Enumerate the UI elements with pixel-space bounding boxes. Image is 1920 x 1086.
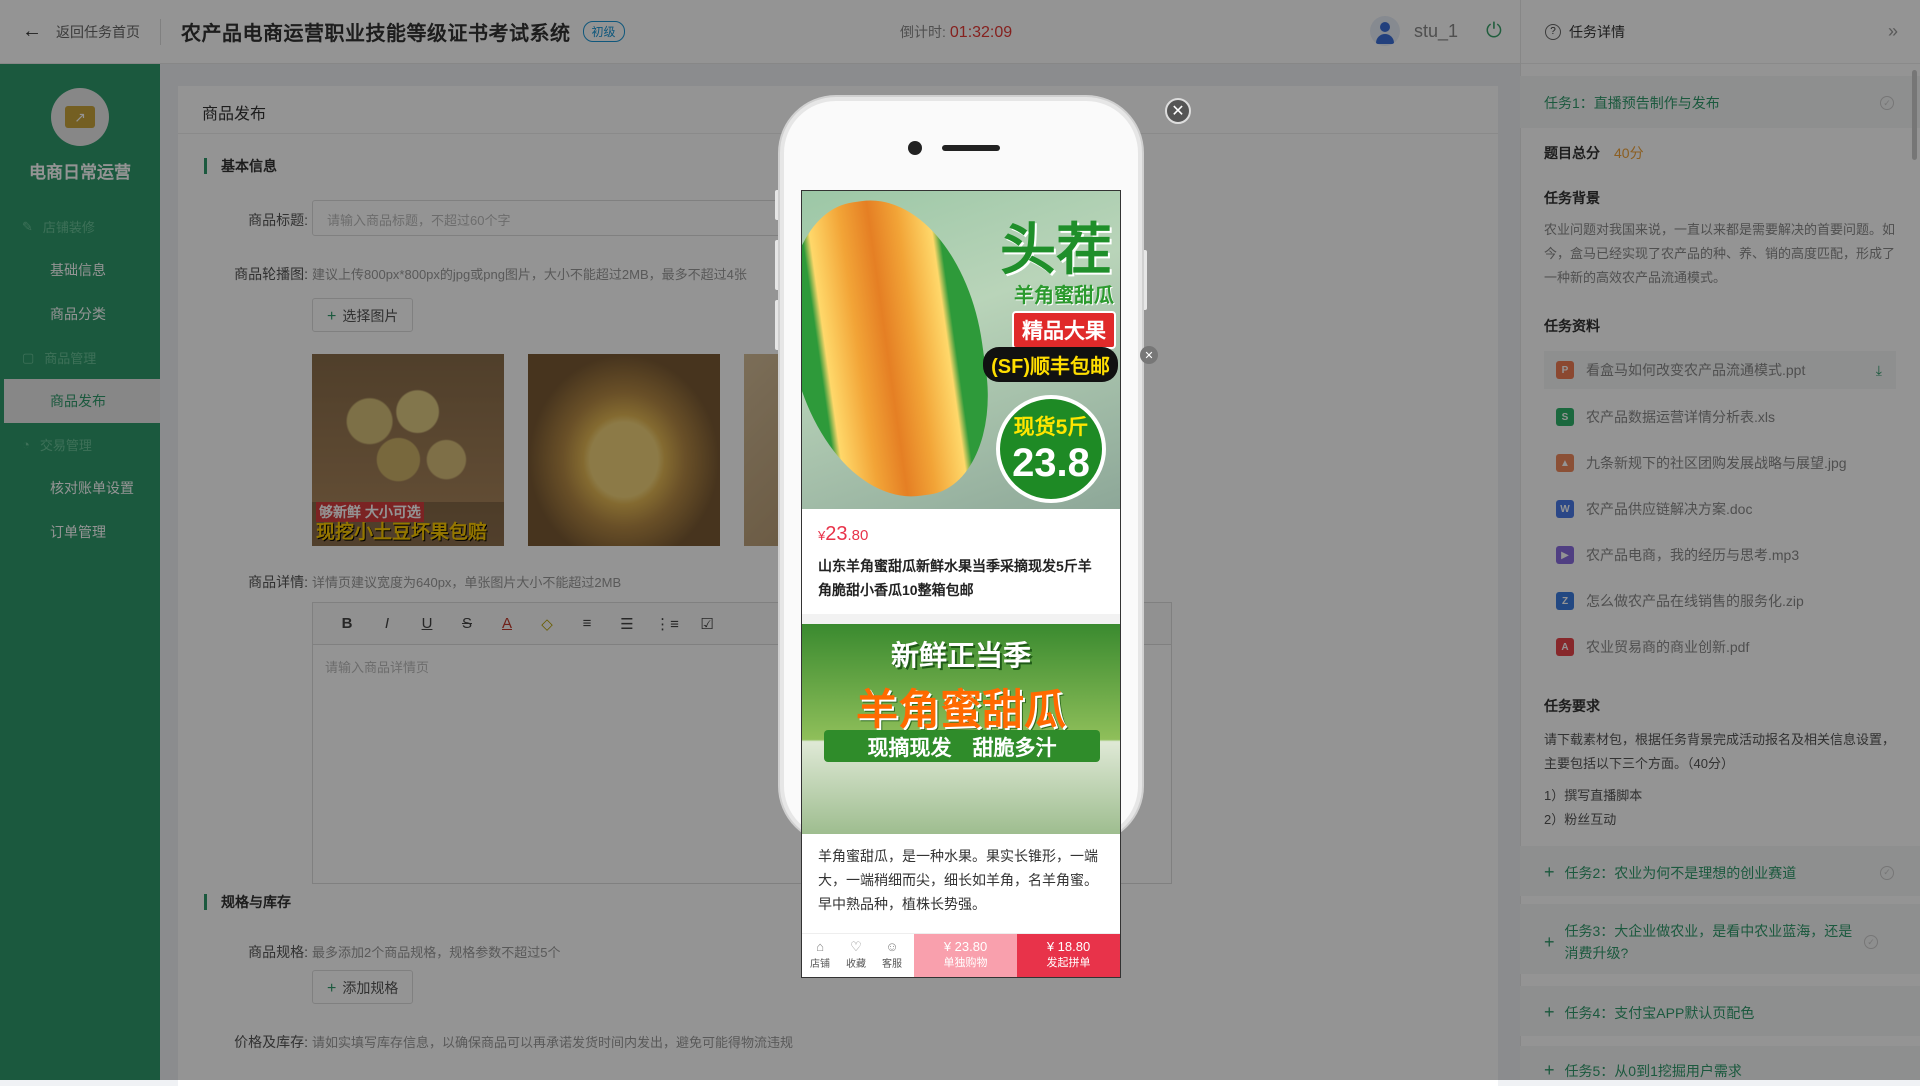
group-buy-button[interactable]: ¥ 18.80 发起拼单 <box>1017 934 1120 977</box>
service-icon: ☺ <box>885 939 899 954</box>
buy-alone-button[interactable]: ¥ 23.80 单独购物 <box>914 934 1017 977</box>
shipping-badge: (SF)顺丰包邮 <box>983 347 1118 382</box>
remove-image-icon[interactable]: ✕ <box>1140 346 1158 364</box>
speaker <box>942 145 1000 151</box>
detail-image-line3: 现摘现发 甜脆多汁 <box>824 730 1100 762</box>
detail-image-line1: 新鲜正当季 <box>890 640 1031 671</box>
product-main-image: 头茬 羊角蜜甜瓜 精品大果 (SF)顺丰包邮 现货5斤 23.8 <box>802 191 1120 509</box>
camera-icon <box>908 141 922 155</box>
close-icon[interactable]: ✕ <box>1165 98 1191 124</box>
shop-icon: ⌂ <box>816 939 824 954</box>
price-badge: 现货5斤 23.8 <box>996 395 1106 503</box>
heart-icon: ♡ <box>850 939 862 954</box>
product-info: ¥23.80 山东羊角蜜甜瓜新鲜水果当季采摘现发5斤羊角脆甜小香瓜10整箱包邮 <box>802 509 1120 614</box>
product-detail-image: 新鲜正当季 羊角蜜甜瓜 现摘现发 甜脆多汁 <box>802 624 1120 834</box>
image-tag: 精品大果 <box>1012 311 1116 349</box>
image-subtitle: 羊角蜜甜瓜 <box>1014 285 1114 307</box>
product-name: 山东羊角蜜甜瓜新鲜水果当季采摘现发5斤羊角脆甜小香瓜10整箱包邮 <box>818 558 1092 598</box>
product-description: 羊角蜜甜瓜，是一种水果。果实长锥形，一端大，一端稍细而尖，细长如羊角，名羊角蜜。… <box>818 848 1098 912</box>
phone-screen[interactable]: 头茬 羊角蜜甜瓜 精品大果 (SF)顺丰包邮 现货5斤 23.8 ¥23.80 … <box>801 190 1121 978</box>
product-price: ¥23.80 <box>818 523 869 545</box>
image-title: 头茬 <box>1000 218 1112 281</box>
purchase-bar: ⌂ 店铺 ♡ 收藏 ☺ 客服 ¥ 23.80 单独购物 ¥ 18.80 发起拼单 <box>802 933 1120 977</box>
favorite-button[interactable]: ♡ 收藏 <box>838 934 874 977</box>
melon-image <box>802 191 1002 509</box>
service-button[interactable]: ☺ 客服 <box>874 934 910 977</box>
detail-image-line2: 羊角蜜甜瓜 <box>855 686 1066 733</box>
shop-button[interactable]: ⌂ 店铺 <box>802 934 838 977</box>
